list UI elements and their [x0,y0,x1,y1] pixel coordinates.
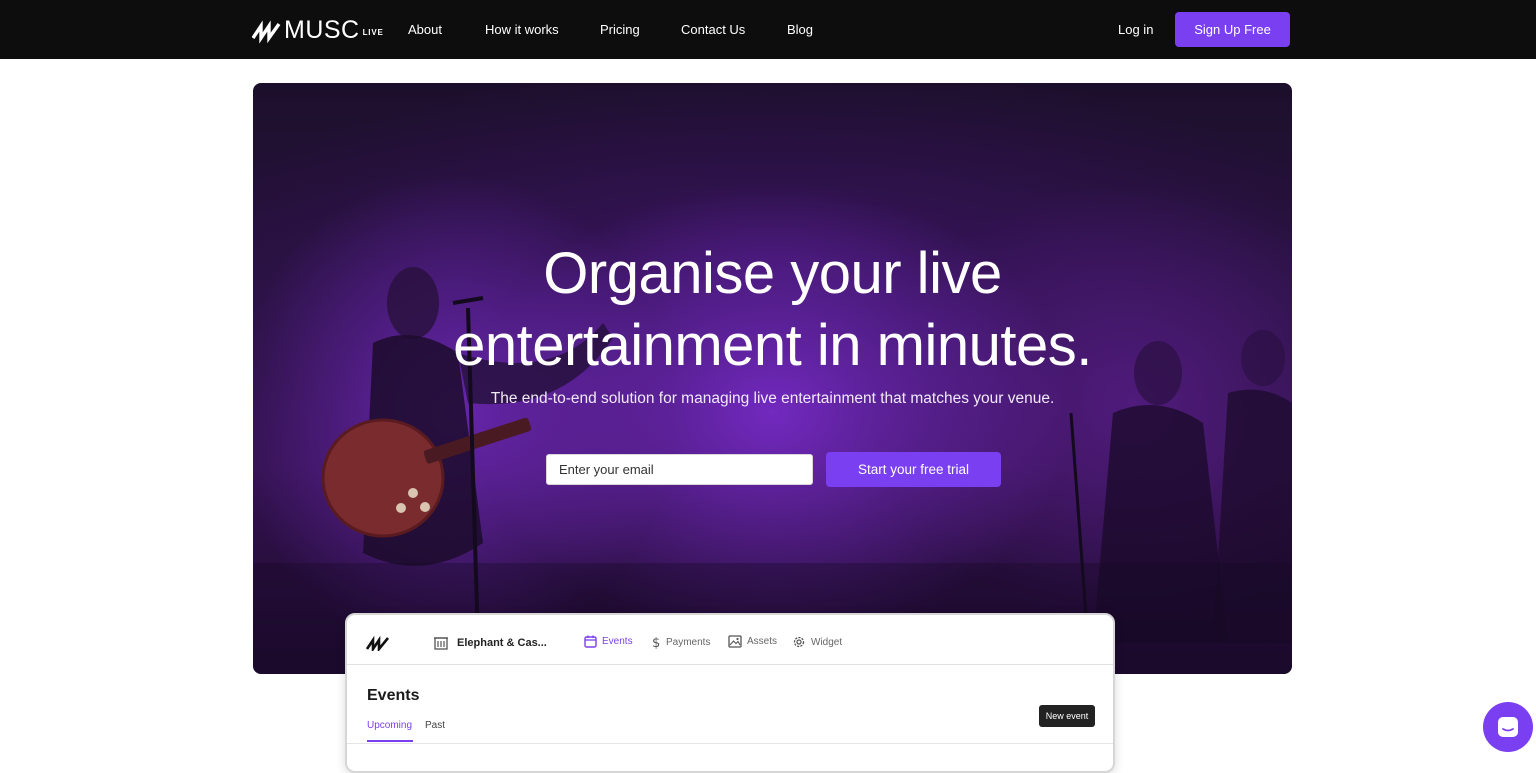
top-navbar: MUSC LIVE About How it works Pricing Con… [0,0,1536,59]
logo-wordmark: MUSC [284,16,360,44]
nav-link-how-it-works[interactable]: How it works [485,21,559,38]
tab-assets[interactable]: Assets [728,635,777,648]
hero-headline-line-1: Organise your live [543,241,1002,306]
nav-link-blog[interactable]: Blog [787,21,813,38]
hero-banner: Organise your live entertainment in minu… [253,83,1292,674]
events-page-title: Events [367,687,420,704]
tab-events-label: Events [602,636,633,647]
chat-launcher-button[interactable] [1483,702,1533,752]
musc-live-logo[interactable]: MUSC LIVE [252,16,384,46]
hero-subtitle: The end-to-end solution for managing liv… [490,390,1055,407]
tab-payments[interactable]: $ Payments [651,635,710,649]
new-event-button[interactable]: New event [1039,705,1095,727]
tab-events[interactable]: Events [584,635,633,648]
dollar-icon: $ [652,636,660,649]
sign-up-free-button[interactable]: Sign Up Free [1175,12,1290,47]
nav-link-pricing[interactable]: Pricing [600,21,640,38]
venue-name[interactable]: Elephant & Cas... [457,637,547,649]
login-link[interactable]: Log in [1118,21,1153,38]
subtab-upcoming[interactable]: Upcoming [367,720,412,731]
subtab-past[interactable]: Past [425,720,445,731]
image-icon [728,635,742,648]
building-icon [434,637,448,650]
logo-mark-icon [252,20,281,44]
app-logo-icon [366,635,390,651]
tab-assets-label: Assets [747,636,778,647]
app-preview-card: Elephant & Cas... Events $ Payments Asse… [345,613,1115,773]
email-input[interactable] [546,454,813,485]
app-preview-header: Elephant & Cas... Events $ Payments Asse… [347,615,1113,665]
subtab-divider [347,743,1113,744]
hero-headline-line-2: entertainment in minutes. [453,313,1092,378]
active-subtab-indicator [367,740,413,742]
tab-widget-label: Widget [811,636,843,648]
tab-payments-label: Payments [666,636,711,648]
nav-link-contact-us[interactable]: Contact Us [681,21,745,38]
chat-icon [1498,717,1518,737]
start-free-trial-button[interactable]: Start your free trial [826,452,1001,487]
svg-text:$: $ [652,636,660,649]
calendar-icon [584,635,597,648]
logo-live-suffix: LIVE [362,28,384,37]
tab-widget[interactable]: Widget [792,635,842,649]
nav-link-about[interactable]: About [408,21,442,38]
hero-headline: Organise your live entertainment in minu… [253,238,1292,382]
gear-icon [793,636,805,648]
